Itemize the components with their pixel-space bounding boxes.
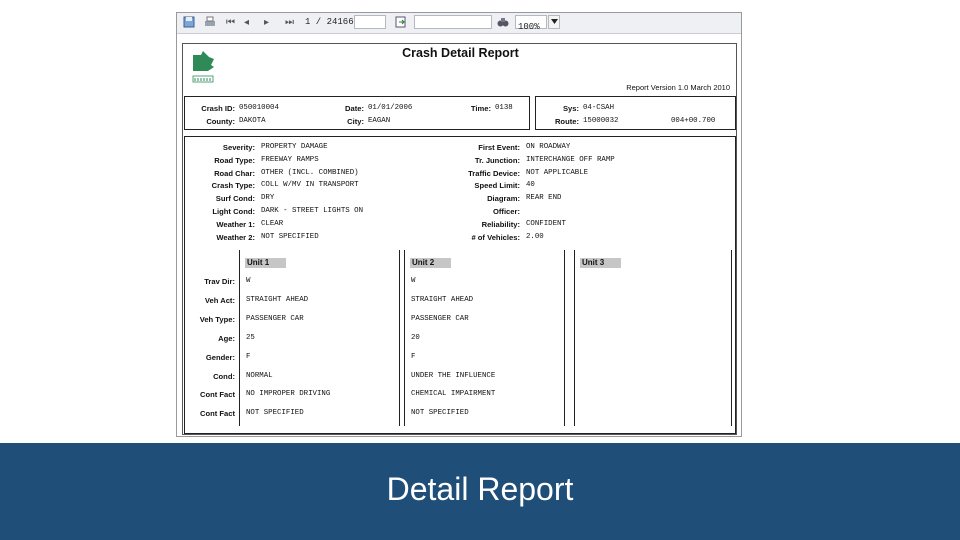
page-input[interactable] <box>354 15 386 29</box>
route-value: 15000032 <box>583 117 619 125</box>
zoom-value: 100% <box>518 22 540 32</box>
date-value: 01/01/2006 <box>368 104 413 112</box>
detail-label: Road Char: <box>214 168 255 178</box>
detail-label: Traffic Device: <box>468 168 520 178</box>
first-page-icon[interactable]: ⏮ <box>226 16 235 29</box>
page-indicator: 1 / 24166 <box>305 17 354 27</box>
unit-3-header: Unit 3 <box>580 258 621 268</box>
unit-2-value: NOT SPECIFIED <box>411 409 469 418</box>
detail-label: Speed Limit: <box>474 181 520 191</box>
crash-id-label: Crash ID: <box>201 104 235 113</box>
unit-2-value: CHEMICAL IMPAIRMENT <box>411 390 496 399</box>
detail-value: 40 <box>526 181 535 190</box>
detail-value: NOT APPLICABLE <box>526 168 589 177</box>
zoom-dropdown-button[interactable] <box>548 15 560 29</box>
county-value: DAKOTA <box>239 117 266 125</box>
detail-value: CLEAR <box>261 219 284 228</box>
detail-value: ON ROADWAY <box>526 143 571 151</box>
detail-value: FREEWAY RAMPS <box>261 155 319 164</box>
time-value: 0138 <box>495 104 513 112</box>
detail-value: OTHER (INCL. COMBINED) <box>261 168 359 177</box>
city-label: City: <box>347 117 364 126</box>
save-icon[interactable] <box>183 16 195 28</box>
export-icon[interactable] <box>395 16 407 28</box>
report-title: Crash Detail Report <box>402 46 519 60</box>
detail-label: # of Vehicles: <box>471 232 520 242</box>
unit-row-label: Trav Dir: <box>204 277 235 286</box>
crash-id-value: 050010004 <box>239 104 279 112</box>
detail-label: Weather 1: <box>216 219 255 229</box>
unit-1-value: W <box>246 277 251 285</box>
detail-value: CONFIDENT <box>526 219 566 228</box>
last-page-icon[interactable]: ⏭ <box>285 16 294 29</box>
previous-page-icon[interactable]: ◂ <box>244 16 249 29</box>
unit-1-column <box>239 250 400 426</box>
unit-1-value: 25 <box>246 333 255 342</box>
print-icon[interactable] <box>204 16 216 28</box>
time-label: Time: <box>470 104 491 113</box>
county-label: County: <box>206 117 235 126</box>
binoculars-icon[interactable] <box>497 16 509 28</box>
route-label: Route: <box>554 117 579 126</box>
slide-title: Detail Report <box>386 471 574 507</box>
sys-label: Sys: <box>562 104 579 113</box>
unit-2-header: Unit 2 <box>410 258 451 268</box>
unit-2-value: F <box>411 352 416 361</box>
report-viewer-screenshot: ⏮ ◂ ▸ ⏭ 1 / 24166 100% Crash Detail Repo… <box>176 12 742 437</box>
detail-value: COLL W/MV IN TRANSPORT <box>261 181 359 190</box>
detail-label: Crash Type: <box>211 181 255 191</box>
unit-3-column <box>574 250 732 426</box>
unit-row-label: Gender: <box>205 352 235 362</box>
detail-label: Surf Cond: <box>215 194 255 204</box>
unit-1-header: Unit 1 <box>245 258 286 268</box>
viewer-toolbar: ⏮ ◂ ▸ ⏭ 1 / 24166 100% <box>177 13 741 34</box>
unit-1-value: NO IMPROPER DRIVING <box>246 390 331 399</box>
detail-label: Light Cond: <box>212 207 255 216</box>
detail-label: Tr. Junction: <box>474 155 520 165</box>
unit-2-value: W <box>411 277 416 285</box>
detail-value: INTERCHANGE OFF RAMP <box>526 155 615 164</box>
detail-value: 2.00 <box>526 232 544 241</box>
chevron-down-icon <box>551 19 558 24</box>
unit-row-label: Cont Fact <box>199 409 235 419</box>
unit-2-column <box>404 250 565 426</box>
detail-value: NOT SPECIFIED <box>261 232 319 241</box>
unit-row-label: Age: <box>218 333 235 343</box>
detail-label: Weather 2: <box>216 232 255 242</box>
detail-label: Officer: <box>492 207 520 216</box>
unit-1-value: STRAIGHT AHEAD <box>246 295 309 304</box>
detail-label: First Event: <box>478 143 520 152</box>
unit-row-label: Cond: <box>213 371 235 381</box>
unit-1-value: NORMAL <box>246 371 273 380</box>
city-value: EAGAN <box>368 117 391 125</box>
report-version: Report Version 1.0 March 2010 <box>626 83 730 92</box>
detail-label: Severity: <box>222 143 255 152</box>
detail-value: DRY <box>261 194 275 203</box>
find-input[interactable] <box>414 15 492 29</box>
sys-value: 04-CSAH <box>583 104 615 112</box>
zoom-select[interactable]: 100% <box>515 15 547 32</box>
next-page-icon[interactable]: ▸ <box>264 16 269 29</box>
unit-1-value: NOT SPECIFIED <box>246 409 304 418</box>
unit-2-value: STRAIGHT AHEAD <box>411 295 474 304</box>
detail-value: REAR END <box>526 194 562 203</box>
unit-row-label: Cont Fact <box>199 390 235 400</box>
unit-2-value: PASSENGER CAR <box>411 314 469 323</box>
report-page: Crash Detail Report Report Version 1.0 M… <box>182 43 737 435</box>
unit-1-value: F <box>246 352 251 361</box>
detail-label: Diagram: <box>487 194 520 204</box>
unit-row-label: Veh Act: <box>204 295 235 305</box>
reference-point-value: 004+00.700 <box>671 117 716 125</box>
unit-2-value: UNDER THE INFLUENCE <box>411 371 496 380</box>
unit-2-value: 20 <box>411 333 420 342</box>
detail-label: Reliability: <box>481 219 520 229</box>
detail-value: DARK - STREET LIGHTS ON <box>261 207 364 215</box>
detail-value: PROPERTY DAMAGE <box>261 143 328 151</box>
detail-label: Road Type: <box>214 155 255 165</box>
unit-1-value: PASSENGER CAR <box>246 314 304 323</box>
date-label: Date: <box>345 104 364 113</box>
unit-row-label: Veh Type: <box>199 314 235 324</box>
